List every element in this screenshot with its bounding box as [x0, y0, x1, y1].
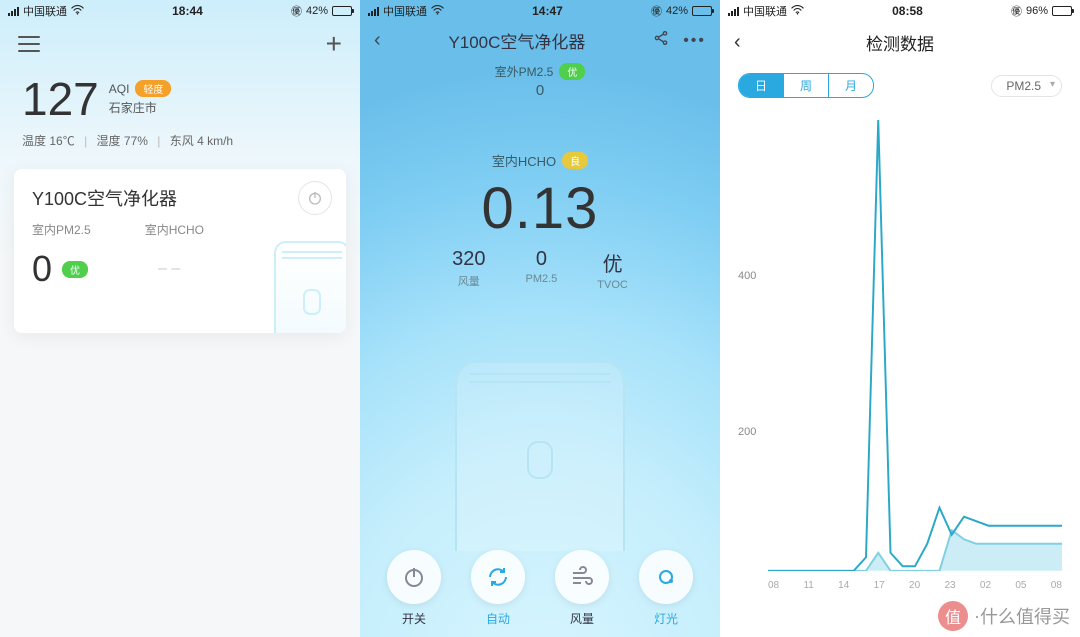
page-title: 检测数据 — [866, 30, 934, 55]
battery-pct: 42% — [306, 5, 328, 17]
alarm-icon: ㊝ — [651, 3, 662, 19]
clock: 14:47 — [532, 4, 563, 18]
seg-month[interactable]: 月 — [828, 74, 873, 97]
carrier-label: 中国联通 — [743, 3, 787, 19]
control-auto[interactable]: 自动 — [471, 550, 525, 627]
pm25-value: 0 — [32, 248, 52, 290]
control-light[interactable]: 灯光 — [639, 550, 693, 627]
chart-lines — [768, 120, 1062, 571]
stat-fan: 320风量 — [452, 248, 485, 291]
signal-icon — [8, 7, 19, 16]
battery-icon — [1052, 6, 1072, 16]
pm25-label: 室内PM2.5 — [32, 221, 91, 238]
battery-icon — [692, 6, 712, 16]
hcho-value: – – — [158, 260, 180, 278]
y-tick-400: 400 — [738, 270, 756, 282]
alarm-icon: ㊝ — [1011, 3, 1022, 19]
outdoor-label: 室外PM2.5 — [495, 63, 554, 80]
nav-bar: + — [0, 20, 360, 62]
seg-day[interactable]: 日 — [739, 74, 783, 97]
battery-pct: 42% — [666, 5, 688, 17]
more-icon[interactable]: ••• — [683, 32, 706, 50]
signal-icon — [728, 7, 739, 16]
pm25-badge: 优 — [62, 261, 88, 278]
screen-device-detail: 中国联通 14:47 ㊝ 42% ‹ Y100C空气净化器 ••• 室外PM2.… — [360, 0, 720, 637]
carrier-label: 中国联通 — [23, 3, 67, 19]
time-segment[interactable]: 日 周 月 — [738, 73, 874, 98]
seg-week[interactable]: 周 — [783, 74, 828, 97]
indoor-label: 室内HCHO — [492, 151, 556, 170]
hcho-label: 室内HCHO — [145, 221, 204, 238]
page-title: Y100C空气净化器 — [448, 28, 585, 53]
indoor-badge: 良 — [562, 152, 588, 169]
wifi-icon — [431, 5, 444, 18]
device-card[interactable]: Y100C空气净化器 室内PM2.5 室内HCHO 0 优 – – — [14, 169, 346, 333]
control-power[interactable]: 开关 — [387, 550, 441, 627]
status-bar: 中国联通 18:44 ㊝ 42% — [0, 0, 360, 20]
screen-home: 中国联通 18:44 ㊝ 42% + 127 AQI 轻度 石家庄市 — [0, 0, 360, 637]
battery-icon — [332, 6, 352, 16]
menu-icon[interactable] — [18, 31, 40, 57]
aqi-badge: 轻度 — [135, 80, 171, 97]
device-title: Y100C空气净化器 — [32, 185, 328, 211]
control-fan[interactable]: 风量 — [555, 550, 609, 627]
indoor-value: 0.13 — [360, 175, 720, 242]
filter-row: 日 周 月 PM2.5 — [720, 65, 1080, 102]
wifi-icon — [71, 5, 84, 18]
aqi-value: 127 — [22, 76, 99, 122]
share-icon[interactable] — [653, 30, 669, 51]
clock: 18:44 — [172, 4, 203, 18]
x-axis: 08 11 14 17 20 23 02 05 08 — [768, 580, 1062, 591]
indoor-block: 室内HCHO 良 0.13 320风量 0PM2.5 优TVOC — [360, 151, 720, 291]
signal-icon — [368, 7, 379, 16]
alarm-icon: ㊝ — [291, 3, 302, 19]
purifier-illustration — [274, 241, 346, 333]
status-bar: 中国联通 14:47 ㊝ 42% — [360, 0, 720, 20]
status-bar: 中国联通 08:58 ㊝ 96% — [720, 0, 1080, 20]
stat-tvoc: 优TVOC — [597, 248, 628, 291]
nav-bar: ‹ 检测数据 — [720, 20, 1080, 65]
watermark-badge: 值 — [938, 601, 968, 631]
watermark: 值 ·什么值得买 — [938, 601, 1070, 631]
wifi-icon — [791, 5, 804, 18]
aqi-block: 127 AQI 轻度 石家庄市 — [0, 62, 360, 128]
city-label: 石家庄市 — [109, 99, 172, 116]
outdoor-value: 0 — [360, 82, 720, 99]
screen-data-chart: 中国联通 08:58 ㊝ 96% ‹ 检测数据 日 周 月 PM2.5 200 … — [720, 0, 1080, 637]
stat-pm25: 0PM2.5 — [526, 248, 558, 291]
add-icon[interactable]: + — [326, 30, 342, 58]
nav-bar: ‹ Y100C空气净化器 ••• — [360, 20, 720, 55]
battery-pct: 96% — [1026, 5, 1048, 17]
outdoor-badge: 优 — [559, 63, 585, 80]
chart: 200 400 08 11 14 17 20 23 02 05 08 — [738, 120, 1062, 607]
carrier-label: 中国联通 — [383, 3, 427, 19]
clock: 08:58 — [892, 4, 923, 18]
controls-row: 开关 自动 风量 灯光 — [360, 550, 720, 627]
purifier-illustration — [455, 361, 625, 551]
aqi-label: AQI — [109, 82, 130, 96]
back-icon[interactable]: ‹ — [734, 31, 741, 54]
stats-row: 320风量 0PM2.5 优TVOC — [360, 248, 720, 291]
weather-meta: 温度 16℃ | 湿度 77% | 东风 4 km/h — [0, 128, 360, 163]
outdoor-block: 室外PM2.5 优 0 — [360, 63, 720, 99]
y-tick-200: 200 — [738, 426, 756, 438]
power-button[interactable] — [298, 181, 332, 215]
back-icon[interactable]: ‹ — [374, 29, 381, 52]
watermark-text: ·什么值得买 — [974, 603, 1070, 629]
metric-dropdown[interactable]: PM2.5 — [991, 75, 1062, 97]
